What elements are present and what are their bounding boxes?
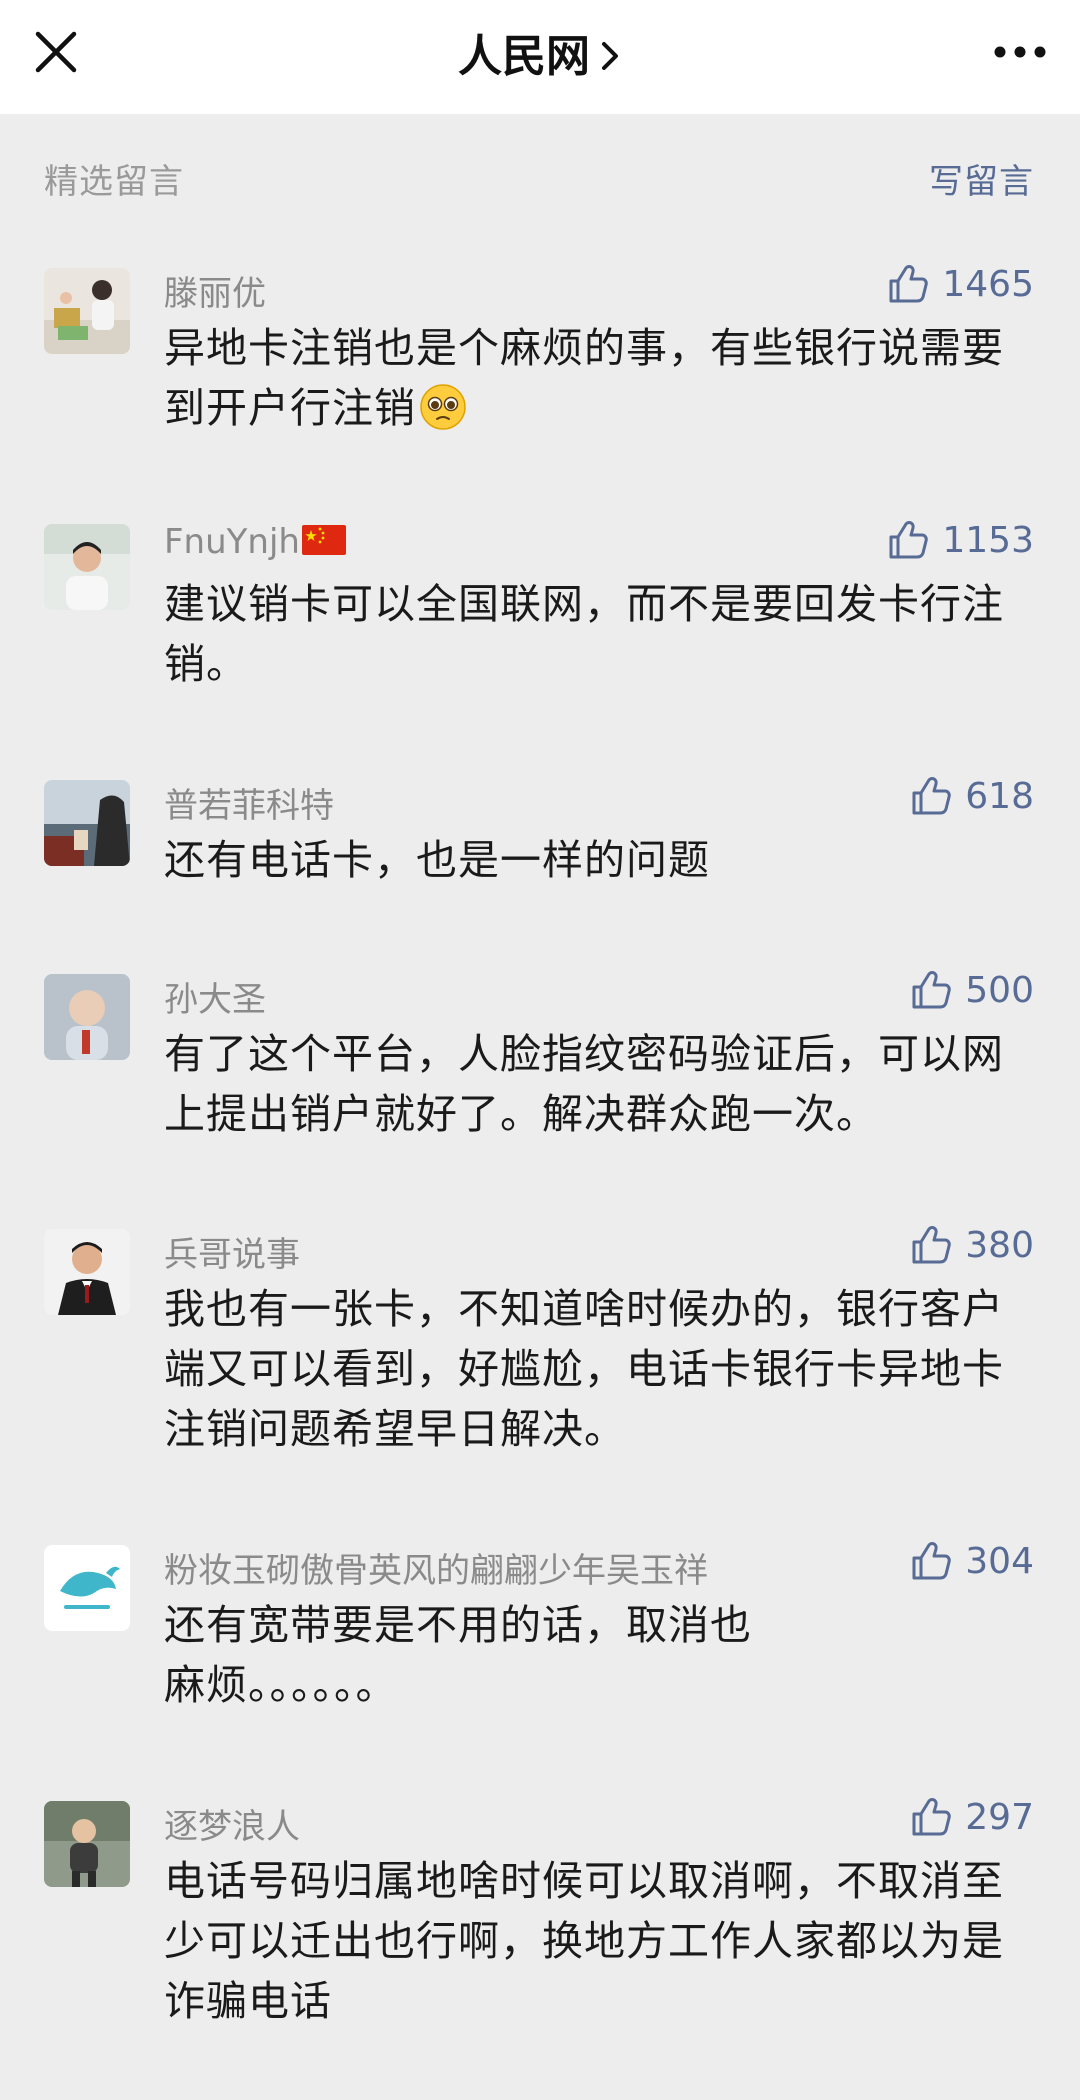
- comment-item: 逐梦浪人 297 电话号码归属地啥时候可以取消啊，不取消至少可以迁出也行啊，换地…: [0, 1787, 1080, 2047]
- like-count: 500: [965, 969, 1034, 1011]
- comment-nickname[interactable]: 兵哥说事: [164, 1227, 300, 1276]
- comment-text: 电话号码归属地啥时候可以取消啊，不取消至少可以迁出也行啊，换地方工作人家都以为是…: [164, 1857, 1004, 2025]
- comment-item: 孙大圣 500 有了这个平台，人脸指纹密码验证后，可以网上提出销户就好了。解决群…: [0, 960, 1080, 1215]
- avatar[interactable]: [44, 974, 130, 1060]
- comment-list: 滕丽优 1465 异地卡注销也是个麻烦的事，有些银行说需要到开户行注销 FnuY…: [0, 254, 1080, 2047]
- comment-text: 建议销卡可以全国联网，而不是要回发卡行注销。: [164, 580, 1004, 688]
- comment-nickname[interactable]: 普若菲科特: [164, 778, 334, 827]
- like-count: 1153: [942, 519, 1034, 561]
- avatar[interactable]: [44, 1229, 130, 1315]
- thumbs-up-icon: [886, 262, 930, 306]
- close-icon[interactable]: [28, 24, 84, 80]
- comment-item: 粉妆玉砌傲骨英风的翩翩少年吴玉祥 304 还有宽带要是不用的话，取消也麻烦。。。…: [0, 1531, 1080, 1787]
- comment-nickname-text: FnuYnjh: [164, 522, 300, 562]
- top-bar: 人民网: [0, 0, 1080, 114]
- pleading-face-emoji-icon: [418, 382, 468, 432]
- like-count: 1465: [942, 263, 1034, 305]
- comment-nickname[interactable]: FnuYnjh: [164, 522, 346, 562]
- more-options-icon[interactable]: [988, 28, 1052, 76]
- comment-nickname[interactable]: 逐梦浪人: [164, 1799, 300, 1848]
- account-title[interactable]: 人民网: [458, 20, 622, 84]
- like-count: 297: [965, 1796, 1034, 1838]
- like-button[interactable]: 380: [909, 1221, 1034, 1269]
- thumbs-up-icon: [909, 1539, 953, 1583]
- comment-text: 异地卡注销也是个麻烦的事，有些银行说需要到开户行注销: [164, 324, 1004, 432]
- avatar[interactable]: [44, 780, 130, 866]
- comment-item: 兵哥说事 380 我也有一张卡，不知道啥时候办的，银行客户端又可以看到，好尴尬，…: [0, 1215, 1080, 1531]
- comment-text: 有了这个平台，人脸指纹密码验证后，可以网上提出销户就好了。解决群众跑一次。: [164, 1030, 1004, 1138]
- like-button[interactable]: 1153: [886, 516, 1034, 564]
- comment-nickname[interactable]: 滕丽优: [164, 266, 266, 315]
- comments-section-header: 精选留言 写留言: [0, 114, 1080, 234]
- avatar[interactable]: [44, 1545, 130, 1631]
- like-button[interactable]: 304: [909, 1537, 1034, 1585]
- comment-item: 滕丽优 1465 异地卡注销也是个麻烦的事，有些银行说需要到开户行注销: [0, 254, 1080, 510]
- avatar[interactable]: [44, 524, 130, 610]
- thumbs-up-icon: [909, 968, 953, 1012]
- comment-item: 普若菲科特 618 还有电话卡，也是一样的问题: [0, 766, 1080, 960]
- write-comment-link[interactable]: 写留言: [929, 154, 1034, 203]
- thumbs-up-icon: [909, 774, 953, 818]
- account-title-text: 人民网: [458, 31, 590, 82]
- comment-item: FnuYnjh 1153 建议销卡可以全国联网，而不是要回发卡行注销。: [0, 510, 1080, 766]
- avatar[interactable]: [44, 1801, 130, 1887]
- like-count: 304: [965, 1540, 1034, 1582]
- comment-nickname[interactable]: 粉妆玉砌傲骨英风的翩翩少年吴玉祥: [164, 1543, 708, 1592]
- like-button[interactable]: 297: [909, 1793, 1034, 1841]
- thumbs-up-icon: [886, 518, 930, 562]
- chevron-right-icon: [598, 34, 622, 70]
- like-button[interactable]: 618: [909, 772, 1034, 820]
- section-title: 精选留言: [44, 162, 184, 202]
- comment-text: 还有宽带要是不用的话，取消也麻烦。。。。。。: [164, 1601, 752, 1709]
- comment-nickname[interactable]: 孙大圣: [164, 972, 266, 1021]
- like-count: 618: [965, 775, 1034, 817]
- comment-text: 我也有一张卡，不知道啥时候办的，银行客户端又可以看到，好尴尬，电话卡银行卡异地卡…: [164, 1285, 1004, 1453]
- like-button[interactable]: 500: [909, 966, 1034, 1014]
- like-button[interactable]: 1465: [886, 260, 1034, 308]
- china-flag-icon: [301, 524, 346, 555]
- thumbs-up-icon: [909, 1795, 953, 1839]
- avatar[interactable]: [44, 268, 130, 354]
- comment-content: 异地卡注销也是个麻烦的事，有些银行说需要到开户行注销: [164, 318, 1024, 438]
- thumbs-up-icon: [909, 1223, 953, 1267]
- like-count: 380: [965, 1224, 1034, 1266]
- comment-text: 还有电话卡，也是一样的问题: [164, 836, 710, 884]
